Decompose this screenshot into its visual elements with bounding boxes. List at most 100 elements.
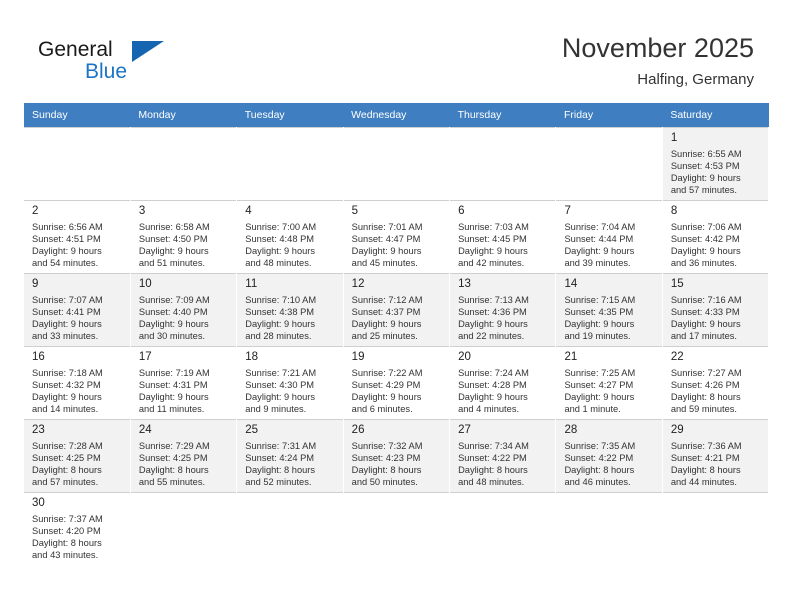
- sunrise-text: Sunrise: 7:24 AM: [458, 368, 529, 378]
- sunrise-text: Sunrise: 7:31 AM: [245, 441, 317, 451]
- weekday-header-sunday: Sunday: [24, 103, 131, 128]
- daylight-text-line1: Daylight: 9 hours: [351, 392, 422, 403]
- calendar-day-cell[interactable]: 16 Sunrise: 7:18 AM Sunset: 4:32 PM Dayligh…: [24, 346, 131, 420]
- calendar-cell-empty: [343, 127, 451, 201]
- sunset-text: Sunset: 4:22 PM: [458, 453, 527, 464]
- sunset-text: Sunset: 4:53 PM: [670, 161, 740, 172]
- day-cell-content: 2 Sunrise: 6:56 AM Sunset: 4:51 PM Daylight…: [24, 201, 130, 269]
- day-number: 6: [458, 205, 465, 217]
- calendar-day-cell[interactable]: 10 Sunrise: 7:09 AM Sunset: 4:40 PM Dayligh…: [130, 273, 238, 347]
- daylight-text-line1: Daylight: 9 hours: [670, 319, 741, 330]
- calendar-day-cell[interactable]: 4 Sunrise: 7:00 AM Sunset: 4:48 PM Daylight…: [236, 200, 344, 274]
- sunset-text: Sunset: 4:20 PM: [32, 526, 101, 537]
- calendar-day-cell[interactable]: 29 Sunrise: 7:36 AM Sunset: 4:21 PM Dayligh…: [662, 419, 770, 493]
- calendar-cell-empty: [555, 127, 663, 201]
- sunrise-text: Sunrise: 7:00 AM: [245, 222, 317, 232]
- sunset-text: Sunset: 4:40 PM: [138, 307, 208, 318]
- calendar-cell-empty: [130, 127, 238, 201]
- calendar-day-cell[interactable]: 13 Sunrise: 7:13 AM Sunset: 4:36 PM Dayligh…: [449, 273, 557, 347]
- calendar-day-cell[interactable]: 15 Sunrise: 7:16 AM Sunset: 4:33 PM Dayligh…: [662, 273, 770, 347]
- day-number: 17: [138, 351, 152, 363]
- sunset-text: Sunset: 4:26 PM: [670, 380, 740, 391]
- sunset-text: Sunset: 4:31 PM: [138, 380, 208, 391]
- sunset-text: Sunset: 4:48 PM: [245, 234, 315, 245]
- calendar-day-cell[interactable]: 12 Sunrise: 7:12 AM Sunset: 4:37 PM Dayligh…: [343, 273, 451, 347]
- calendar-day-cell[interactable]: 8 Sunrise: 7:06 AM Sunset: 4:42 PM Daylight…: [662, 200, 770, 274]
- sunrise-text: Sunrise: 7:18 AM: [32, 368, 103, 378]
- day-number: 29: [670, 424, 684, 436]
- calendar-day-cell[interactable]: 30 Sunrise: 7:37 AM Sunset: 4:20 PM Dayligh…: [24, 492, 131, 565]
- sunrise-text: Sunrise: 7:04 AM: [564, 222, 636, 232]
- daylight-text-line1: Daylight: 9 hours: [32, 392, 102, 403]
- sunset-text: Sunset: 4:33 PM: [670, 307, 740, 318]
- daylight-text-line1: Daylight: 9 hours: [138, 392, 209, 403]
- calendar-day-cell[interactable]: 9 Sunrise: 7:07 AM Sunset: 4:41 PM Daylight…: [24, 273, 131, 347]
- calendar-day-cell[interactable]: 14 Sunrise: 7:15 AM Sunset: 4:35 PM Dayligh…: [555, 273, 663, 347]
- triangle-icon: [132, 41, 164, 62]
- day-cell-content: 3 Sunrise: 6:58 AM Sunset: 4:50 PM Daylight…: [131, 201, 236, 269]
- calendar-day-cell[interactable]: 21 Sunrise: 7:25 AM Sunset: 4:27 PM Dayligh…: [555, 346, 663, 420]
- calendar-week-row: 23 Sunrise: 7:28 AM Sunset: 4:25 PM Dayligh…: [24, 419, 770, 493]
- daylight-text-line1: Daylight: 8 hours: [670, 465, 741, 476]
- sunset-text: Sunset: 4:21 PM: [670, 453, 740, 464]
- sunrise-text: Sunrise: 6:55 AM: [670, 149, 742, 159]
- calendar-day-cell[interactable]: 6 Sunrise: 7:03 AM Sunset: 4:45 PM Daylight…: [449, 200, 557, 274]
- weekday-header-monday: Monday: [130, 103, 237, 128]
- calendar-day-cell[interactable]: 23 Sunrise: 7:28 AM Sunset: 4:25 PM Dayligh…: [24, 419, 131, 493]
- day-cell-content: 6 Sunrise: 7:03 AM Sunset: 4:45 PM Daylight…: [450, 201, 555, 269]
- day-number: 1: [670, 132, 678, 144]
- day-cell-content: 19 Sunrise: 7:22 AM Sunset: 4:29 PM Dayligh…: [344, 347, 449, 415]
- page-header: General Blue November 2025 Halfing, Germ…: [0, 0, 792, 103]
- calendar-day-cell[interactable]: 25 Sunrise: 7:31 AM Sunset: 4:24 PM Dayligh…: [236, 419, 344, 493]
- weekday-header-tuesday: Tuesday: [236, 103, 344, 128]
- sunrise-text: Sunrise: 7:09 AM: [138, 295, 210, 305]
- calendar-day-cell[interactable]: 11 Sunrise: 7:10 AM Sunset: 4:38 PM Dayligh…: [236, 273, 344, 347]
- day-cell-content: 22 Sunrise: 7:27 AM Sunset: 4:26 PM Dayligh…: [663, 347, 768, 415]
- calendar-day-cell[interactable]: 5 Sunrise: 7:01 AM Sunset: 4:47 PM Daylight…: [343, 200, 451, 274]
- day-cell-content: 28 Sunrise: 7:35 AM Sunset: 4:22 PM Dayligh…: [556, 420, 661, 488]
- day-cell-content: 26 Sunrise: 7:32 AM Sunset: 4:23 PM Dayligh…: [344, 420, 449, 488]
- calendar-day-cell[interactable]: 17 Sunrise: 7:19 AM Sunset: 4:31 PM Dayligh…: [130, 346, 238, 420]
- calendar-day-cell[interactable]: 18 Sunrise: 7:21 AM Sunset: 4:30 PM Dayligh…: [236, 346, 344, 420]
- day-number: 22: [670, 351, 684, 363]
- sunrise-text: Sunrise: 7:06 AM: [670, 222, 742, 232]
- brand-logo[interactable]: General Blue: [38, 38, 238, 90]
- daylight-text-line2: and 4 minutes.: [458, 404, 520, 415]
- daylight-text-line1: Daylight: 9 hours: [138, 246, 209, 257]
- calendar-day-cell[interactable]: 1 Sunrise: 6:55 AM Sunset: 4:53 PM Daylight…: [662, 127, 770, 201]
- daylight-text-line1: Daylight: 9 hours: [138, 319, 209, 330]
- calendar-day-cell[interactable]: 28 Sunrise: 7:35 AM Sunset: 4:22 PM Dayligh…: [555, 419, 663, 493]
- daylight-text-line1: Daylight: 8 hours: [32, 538, 102, 549]
- calendar-day-cell[interactable]: 27 Sunrise: 7:34 AM Sunset: 4:22 PM Dayligh…: [449, 419, 557, 493]
- sunset-text: Sunset: 4:36 PM: [458, 307, 527, 318]
- calendar-day-cell[interactable]: 22 Sunrise: 7:27 AM Sunset: 4:26 PM Dayligh…: [662, 346, 770, 420]
- daylight-text-line2: and 57 minutes.: [670, 185, 737, 196]
- day-cell-content: 18 Sunrise: 7:21 AM Sunset: 4:30 PM Dayligh…: [237, 347, 342, 415]
- calendar-day-cell[interactable]: 2 Sunrise: 6:56 AM Sunset: 4:51 PM Daylight…: [24, 200, 131, 274]
- sunset-text: Sunset: 4:24 PM: [245, 453, 315, 464]
- day-number: 14: [564, 278, 578, 290]
- sunset-text: Sunset: 4:38 PM: [245, 307, 315, 318]
- sunset-text: Sunset: 4:28 PM: [458, 380, 527, 391]
- calendar-day-cell[interactable]: 26 Sunrise: 7:32 AM Sunset: 4:23 PM Dayligh…: [343, 419, 451, 493]
- sunrise-text: Sunrise: 7:37 AM: [32, 514, 103, 524]
- calendar-week-row: 16 Sunrise: 7:18 AM Sunset: 4:32 PM Dayligh…: [24, 346, 770, 420]
- sunrise-text: Sunrise: 7:35 AM: [564, 441, 636, 451]
- day-number: 5: [351, 205, 359, 217]
- day-cell-content: 4 Sunrise: 7:00 AM Sunset: 4:48 PM Daylight…: [237, 201, 342, 269]
- brand-name-blue: Blue: [85, 60, 128, 83]
- calendar-day-cell[interactable]: 20 Sunrise: 7:24 AM Sunset: 4:28 PM Dayligh…: [449, 346, 557, 420]
- day-number: 30: [32, 497, 45, 509]
- daylight-text-line1: Daylight: 9 hours: [458, 246, 528, 257]
- calendar-day-cell[interactable]: 24 Sunrise: 7:29 AM Sunset: 4:25 PM Dayligh…: [130, 419, 238, 493]
- day-cell-content: 10 Sunrise: 7:09 AM Sunset: 4:40 PM Dayligh…: [131, 274, 236, 342]
- daylight-text-line1: Daylight: 9 hours: [245, 392, 316, 403]
- day-number: 8: [670, 205, 678, 217]
- day-cell-content: 8 Sunrise: 7:06 AM Sunset: 4:42 PM Daylight…: [663, 201, 768, 269]
- calendar-day-cell[interactable]: 3 Sunrise: 6:58 AM Sunset: 4:50 PM Daylight…: [130, 200, 238, 274]
- calendar-day-cell[interactable]: 7 Sunrise: 7:04 AM Sunset: 4:44 PM Daylight…: [555, 200, 663, 274]
- sunrise-text: Sunrise: 7:36 AM: [670, 441, 742, 451]
- daylight-text-line1: Daylight: 8 hours: [564, 465, 635, 476]
- calendar-day-cell[interactable]: 19 Sunrise: 7:22 AM Sunset: 4:29 PM Dayligh…: [343, 346, 451, 420]
- sunset-text: Sunset: 4:23 PM: [351, 453, 421, 464]
